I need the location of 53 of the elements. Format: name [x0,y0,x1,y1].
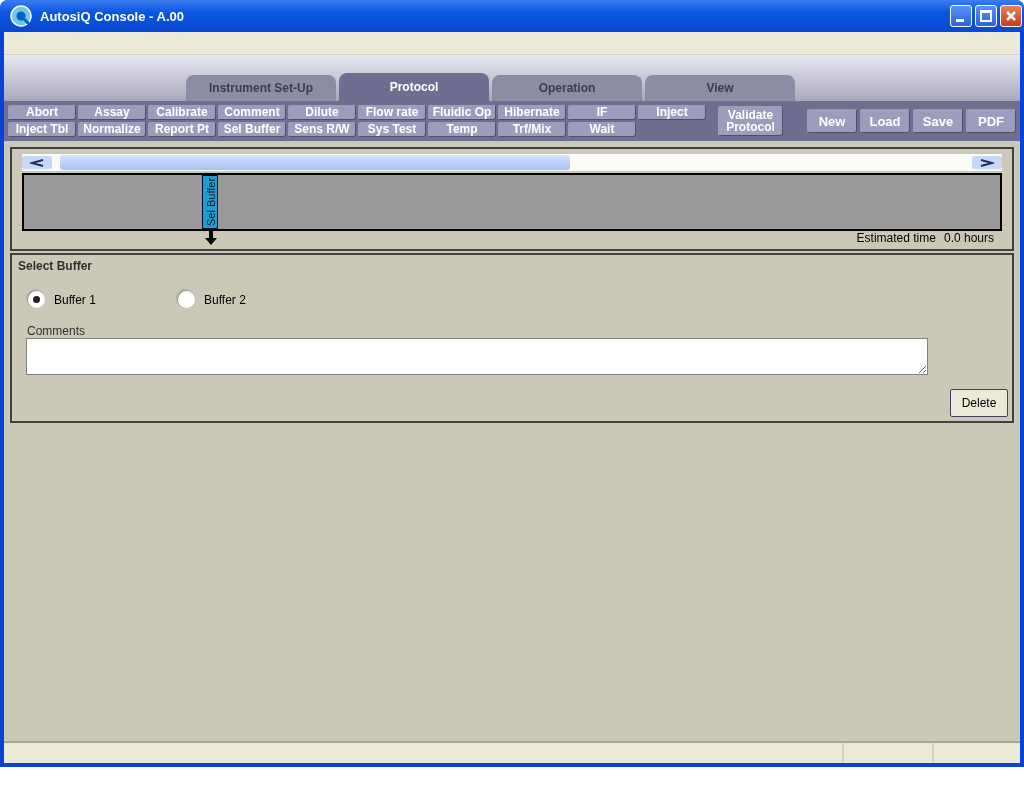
tab[interactable]: Protocol [339,73,489,101]
estimated-time-value: 0.0 hours [943,231,994,247]
tab[interactable]: Operation [492,75,642,101]
window-title: AutosiQ Console - A.00 [40,8,185,24]
step-button[interactable]: Inject Tbl [8,122,76,137]
step-button[interactable]: Hibernate [498,105,566,120]
app-logo-icon [10,5,32,27]
radio-option[interactable]: Buffer 1 [28,291,178,308]
step-button[interactable]: Assay [78,105,146,120]
step-button[interactable]: Sys Test [358,122,426,137]
step-button[interactable]: Sel Buffer [218,122,286,137]
step-button[interactable]: Fluidic Op [428,105,496,120]
comments-field[interactable] [26,338,928,375]
delete-button[interactable]: Delete [950,389,1008,417]
panel-title: Select Buffer [18,259,94,273]
maximize-button[interactable] [975,5,997,27]
scroll-right-button[interactable] [972,156,1002,169]
tab[interactable]: Instrument Set-Up [186,75,336,101]
timeline-step[interactable]: Sel Buffer [202,175,218,229]
maximize-icon [980,10,992,22]
scrollbar[interactable] [22,154,1002,171]
left-chevron-icon [30,158,44,167]
file-button[interactable]: Save [913,109,963,133]
right-chevron-icon [980,158,994,167]
minimize-button[interactable] [950,5,972,27]
step-button[interactable]: Calibrate [148,105,216,120]
step-button[interactable]: Trf/Mix [498,122,566,137]
estimated-time-label: Estimated time [856,231,936,247]
step-button[interactable]: Inject [638,105,706,120]
step-button[interactable]: Sens R/W [288,122,356,137]
file-button[interactable]: New [807,109,857,133]
step-button[interactable]: Flow rate [358,105,426,120]
file-button[interactable]: PDF [966,109,1016,133]
scroll-thumb[interactable] [60,155,570,170]
step-button[interactable]: Dilute [288,105,356,120]
close-button[interactable] [1000,5,1022,27]
step-button[interactable]: Report Pt [148,122,216,137]
step-button[interactable]: Wait [568,122,636,137]
close-icon [1005,10,1017,22]
minimize-icon [956,18,964,22]
radio-button[interactable] [178,291,195,308]
step-button[interactable]: Comment [218,105,286,120]
step-button[interactable]: IF [568,105,636,120]
scroll-left-button[interactable] [22,156,52,169]
step-button[interactable]: Temp [428,122,496,137]
comments-label: Comments [27,324,86,338]
tab[interactable]: View [645,75,795,101]
step-button[interactable]: Normalize [78,122,146,137]
step-button[interactable]: Abort [8,105,76,120]
validate-button[interactable]: Validate Protocol [718,106,783,136]
radio-button[interactable] [28,291,45,308]
file-button[interactable]: Load [860,109,910,133]
radio-option[interactable]: Buffer 2 [178,291,328,308]
